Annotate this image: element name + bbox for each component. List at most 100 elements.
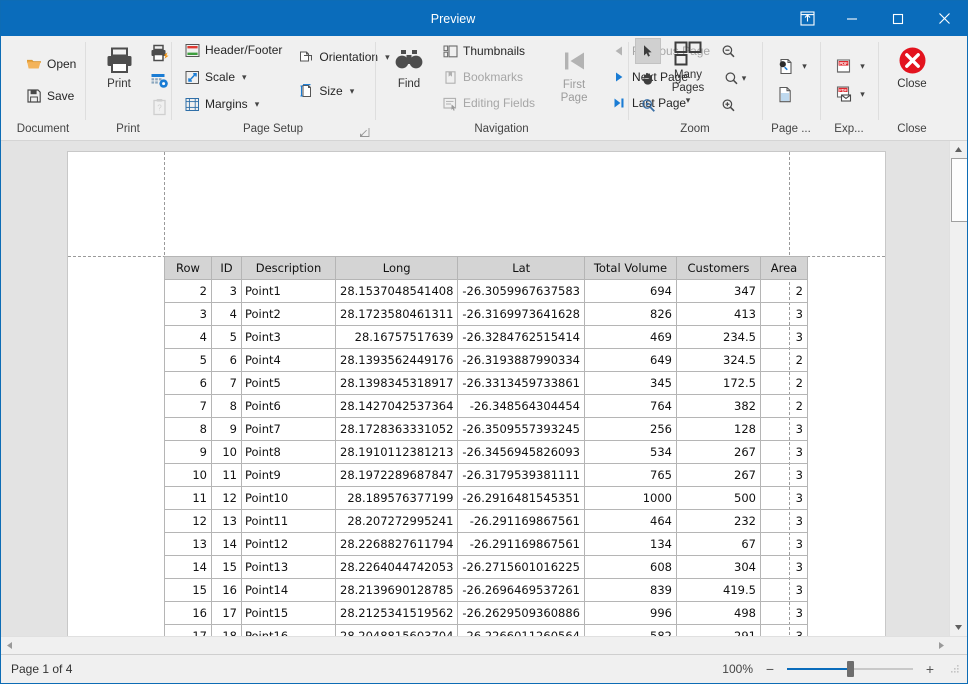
zoom-out-slider-button[interactable]: − — [761, 660, 779, 678]
zoom-level-icon — [724, 70, 740, 86]
cell-customers: 67 — [675, 532, 761, 556]
thumbnails-button[interactable]: Thumbnails — [436, 39, 541, 63]
first-page-icon — [558, 45, 590, 77]
table-row: 4 5 Point3 28.16757517639 -26.3284762515414 4… — [164, 325, 808, 349]
column-header-customers: Customers — [675, 256, 761, 280]
scroll-down-button[interactable] — [950, 619, 967, 636]
ribbon-group-export: PDF ▾ PDF ▾ Exp... — [820, 36, 878, 140]
quick-print-button[interactable] — [146, 40, 172, 66]
header-footer-button[interactable]: Header/Footer — [178, 38, 288, 62]
table-row: 15 16 Point14 28.2139690128785 -26.269646953… — [164, 578, 808, 602]
hand-tool-icon — [640, 70, 656, 86]
zoom-in-button[interactable] — [715, 92, 741, 118]
pointer-tool-button[interactable] — [635, 38, 661, 64]
chevron-down-icon: ▾ — [242, 71, 247, 82]
status-bar: Page 1 of 4 100% − + — [1, 654, 967, 683]
watermark-button[interactable] — [772, 82, 798, 106]
table-row: 6 7 Point5 28.1398345318917 -26.331345973386… — [164, 371, 808, 395]
resize-grip-icon[interactable] — [949, 663, 961, 675]
cell-long: 28.2125341519562 — [334, 601, 459, 625]
zoom-slider-knob[interactable] — [847, 661, 855, 677]
page-setup-dialog-launcher-icon[interactable] — [359, 126, 370, 137]
page-setup-dialog-button[interactable] — [146, 67, 172, 93]
vertical-scrollbar[interactable] — [949, 141, 967, 636]
cell-row: 3 — [164, 302, 212, 326]
cell-customers: 128 — [675, 417, 761, 441]
ribbon-group-zoom: Many Pages ▾ ▾ Zoom — [628, 36, 762, 140]
cell-description: Point7 — [241, 417, 336, 441]
horizontal-scroll-track[interactable] — [18, 637, 933, 654]
scroll-left-button[interactable] — [1, 637, 18, 654]
cell-customers: 324.5 — [675, 348, 761, 372]
minimize-button[interactable] — [829, 1, 875, 36]
cell-id: 8 — [211, 394, 242, 418]
cell-long: 28.1393562449176 — [334, 348, 459, 372]
close-preview-button[interactable]: Close — [885, 40, 939, 92]
cell-long: 28.1398345318917 — [334, 371, 459, 395]
hand-tool-button[interactable] — [635, 65, 661, 91]
zoom-out-button[interactable] — [715, 38, 741, 64]
cell-area: 3 — [759, 532, 808, 556]
close-window-button[interactable] — [921, 1, 967, 36]
cell-total-volume: 765 — [583, 463, 677, 487]
ribbon-toolbar: Open Save Document Print ? Print Header/… — [1, 36, 967, 141]
chevron-down-icon: ▾ — [860, 88, 865, 99]
cell-row: 2 — [164, 279, 212, 303]
save-button[interactable]: Save — [20, 84, 80, 108]
cell-total-volume: 996 — [583, 601, 677, 625]
cell-id: 6 — [211, 348, 242, 372]
cell-lat: -26.3179539381111 — [457, 463, 585, 487]
export-pdf-button[interactable]: PDF ▾ — [830, 54, 868, 78]
bookmarks-label: Bookmarks — [463, 70, 524, 84]
cell-id: 11 — [211, 463, 242, 487]
table-row: 14 15 Point13 28.2264044742053 -26.271560101… — [164, 555, 808, 579]
zoom-in-slider-button[interactable]: + — [921, 660, 939, 678]
horizontal-scrollbar[interactable] — [1, 636, 967, 654]
table-row: 13 14 Point12 28.2268827611794 -26.291169867… — [164, 532, 808, 556]
bookmarks-icon — [442, 69, 458, 85]
ribbon-group-export-title: Exp... — [834, 123, 864, 135]
page-color-button[interactable]: ▾ — [772, 54, 810, 78]
print-button[interactable]: Print — [92, 40, 146, 92]
maximize-button[interactable] — [875, 1, 921, 36]
save-disk-icon — [26, 88, 42, 104]
cell-total-volume: 1000 — [583, 486, 677, 510]
many-pages-button[interactable]: Many Pages ▾ — [661, 38, 715, 107]
ribbon-display-options-button[interactable] — [785, 1, 829, 36]
scroll-up-button[interactable] — [950, 141, 967, 158]
open-button[interactable]: Open — [20, 52, 82, 76]
cell-lat: -26.2715601016225 — [457, 555, 585, 579]
column-header-id: ID — [211, 256, 242, 280]
cell-row: 16 — [164, 601, 212, 625]
scroll-right-button[interactable] — [933, 637, 950, 654]
cell-customers: 232 — [675, 509, 761, 533]
scale-icon — [184, 69, 200, 85]
page-setup-icon — [149, 70, 169, 90]
preview-scroll-canvas[interactable]: Row ID Description Long Lat Total Volume… — [1, 141, 949, 636]
cell-area: 3 — [759, 440, 808, 464]
cell-description: Point3 — [241, 325, 336, 349]
cell-area: 2 — [759, 279, 808, 303]
cell-long: 28.1728363331052 — [334, 417, 459, 441]
cell-area: 3 — [759, 325, 808, 349]
scale-button[interactable]: Scale ▾ — [178, 65, 288, 89]
vertical-scroll-thumb[interactable] — [951, 158, 967, 222]
cell-area: 3 — [759, 578, 808, 602]
cell-customers: 267 — [675, 440, 761, 464]
cell-total-volume: 582 — [583, 624, 677, 636]
cell-total-volume: 826 — [583, 302, 677, 326]
email-pdf-button[interactable]: PDF ▾ — [830, 82, 868, 106]
magnifier-tool-button[interactable] — [635, 92, 661, 118]
zoom-level-label: 100% — [722, 662, 753, 676]
editing-fields-icon — [442, 95, 458, 111]
zoom-slider[interactable] — [787, 660, 913, 678]
preview-page: Row ID Description Long Lat Total Volume… — [67, 151, 886, 636]
ribbon-group-navigation: Find Thumbnails Bookmarks Editing Fields… — [375, 36, 710, 140]
cell-customers: 291 — [675, 624, 761, 636]
find-button[interactable]: Find — [382, 40, 436, 92]
cell-row: 9 — [164, 440, 212, 464]
cell-id: 4 — [211, 302, 242, 326]
last-page-icon — [611, 95, 627, 111]
margins-button[interactable]: Margins ▾ — [178, 92, 288, 116]
zoom-level-button[interactable]: ▾ — [715, 65, 755, 91]
